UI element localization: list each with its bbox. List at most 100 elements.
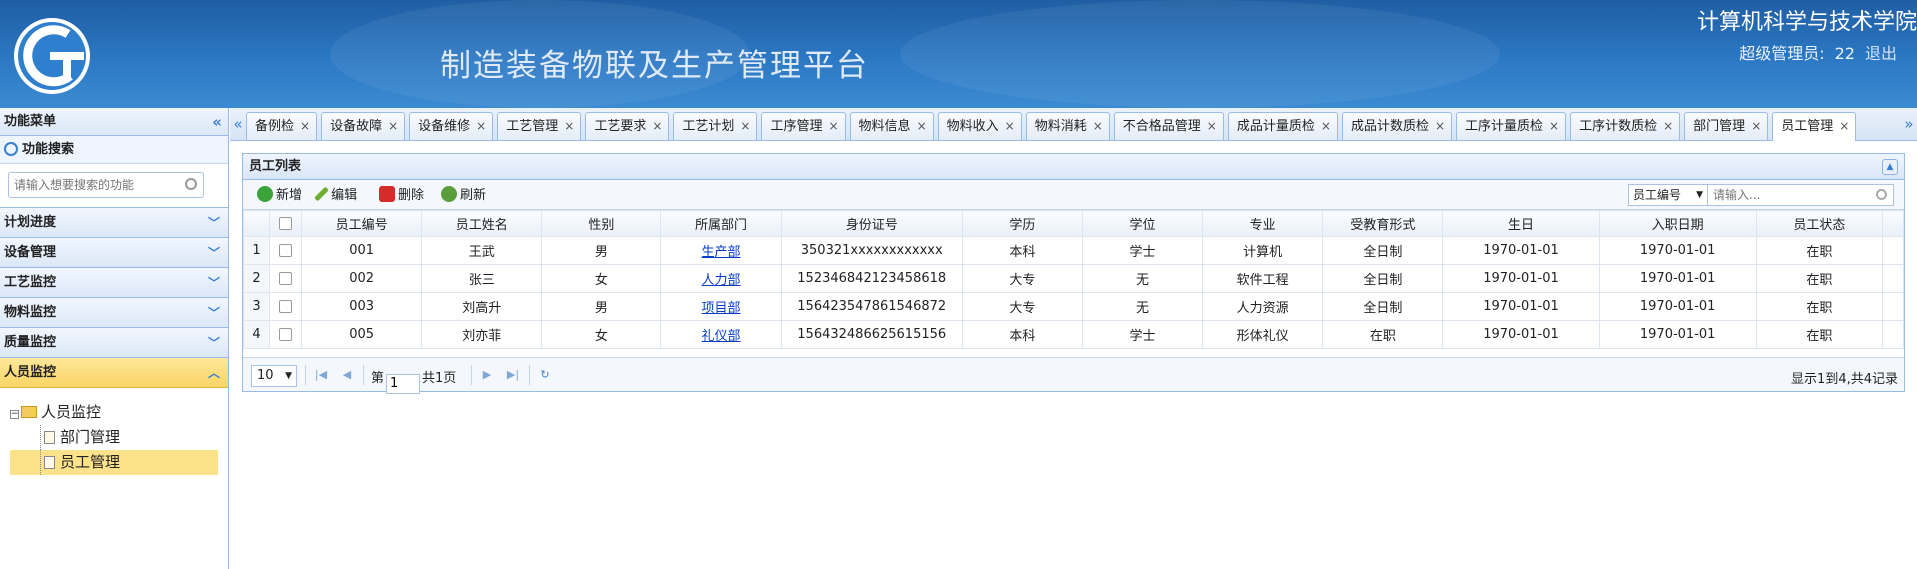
close-tab-icon[interactable]: × [1751,119,1761,133]
scroll-left-icon[interactable]: « [230,108,246,141]
logout-link[interactable]: 退出 [1865,44,1897,63]
tab-9[interactable]: 物料消耗 × [1025,112,1110,140]
add-button[interactable]: 新增 [257,186,302,206]
close-tab-icon[interactable]: × [476,119,486,133]
close-tab-icon[interactable]: × [652,119,662,133]
close-tab-icon[interactable]: × [300,119,310,133]
sidebar-section-quality[interactable]: 质量监控 ﹀ [0,328,228,358]
function-search-input[interactable] [9,173,179,197]
column-header[interactable]: 学位 [1081,210,1204,237]
search-icon[interactable] [185,178,197,190]
column-header[interactable]: 入职日期 [1598,210,1757,237]
table-row[interactable]: 2 002 张三女人力部 152346842123458618 大专无软件工程 全日制 19… [242,264,1905,293]
tree-root[interactable]: − 人员监控 [10,400,228,425]
close-tab-icon[interactable]: × [1839,119,1849,133]
tab-7[interactable]: 物料信息 × [849,112,934,140]
tree-item-employee[interactable]: 员工管理 [10,450,218,475]
sidebar-section-personnel[interactable]: 人员监控 ︿ [0,358,228,388]
scroll-right-icon[interactable]: » [1901,108,1917,141]
close-tab-icon[interactable]: × [1549,119,1559,133]
pager-divider [471,365,472,385]
column-header[interactable]: 学历 [961,210,1083,237]
list-search-input[interactable] [1708,185,1868,205]
tab-12[interactable]: 成品计数质检 × [1341,112,1453,140]
refresh-label: 刷新 [460,188,487,203]
pencil-icon [314,186,329,202]
tab-6[interactable]: 工序管理 × [761,112,846,140]
column-header[interactable]: 性别 [541,210,662,237]
tab-13[interactable]: 工序计量质检 × [1456,112,1567,140]
close-tab-icon[interactable]: × [1321,119,1331,133]
tab-10[interactable]: 不合格品管理 × [1113,112,1224,140]
edit-button[interactable]: 编辑 [314,186,357,206]
first-page-icon[interactable]: |◀ [313,367,329,383]
section-label: 计划进度 [4,215,57,230]
page-number-input[interactable] [386,373,421,394]
column-header[interactable]: 所属部门 [660,210,782,237]
close-tab-icon[interactable]: × [1005,119,1015,133]
tab-5[interactable]: 工艺计划 × [673,112,758,140]
row-checkbox[interactable] [279,244,293,257]
sidebar-section-material[interactable]: 物料监控 ﹀ [0,298,228,328]
column-header[interactable]: 员工编号 [301,210,423,237]
collapse-node-icon[interactable]: − [10,410,19,419]
collapse-sidebar-icon[interactable]: « [212,108,222,136]
close-tab-icon[interactable]: × [1435,119,1445,133]
select-all-header [269,210,303,237]
tab-4[interactable]: 工艺要求 × [585,112,670,140]
column-header[interactable]: 受教育形式 [1322,210,1444,237]
last-page-icon[interactable]: ▶| [505,367,521,383]
prev-page-icon[interactable]: ◀ [339,367,355,383]
sidebar-section-equipment[interactable]: 设备管理 ﹀ [0,238,228,268]
cell-degree: 学士 [1081,236,1204,265]
close-tab-icon[interactable]: × [740,119,750,133]
close-tab-icon[interactable]: × [917,119,927,133]
tab-11[interactable]: 成品计量质检 × [1227,112,1338,140]
tab-0[interactable]: 备例检 × [246,112,318,140]
column-header[interactable]: 身份证号 [780,210,963,237]
close-tab-icon[interactable]: × [828,119,838,133]
column-header[interactable]: 员工姓名 [421,210,543,237]
cell-degree: 无 [1081,292,1204,321]
tab-1[interactable]: 设备故障 × [321,112,406,140]
tab-3[interactable]: 工艺管理 × [497,112,582,140]
column-header[interactable]: 生日 [1442,210,1600,237]
tab-14[interactable]: 工序计数质检 × [1570,112,1681,140]
tab-15[interactable]: 部门管理 × [1684,112,1769,140]
table-row[interactable]: 4 005 刘亦菲女礼仪部 156432486625615156 本科 学士 形体礼仪 在职 1… [242,320,1905,349]
close-tab-icon[interactable]: × [564,119,574,133]
department-link[interactable]: 人力部 [702,273,741,288]
column-header[interactable]: 员工状态 [1755,210,1883,237]
table-row[interactable]: 3 003 刘高升男项目部 156423547861546872 大专无人力资源 全日制 1… [242,292,1905,321]
table-row[interactable]: 1 001 王武男生产部 350321xxxxxxxxxxxx 本科 学士 计算机 全日制 19… [242,236,1905,265]
close-tab-icon[interactable]: × [388,119,398,133]
close-tab-icon[interactable]: × [1207,119,1217,133]
tab-2[interactable]: 设备维修 × [409,112,494,140]
next-page-icon[interactable]: ▶ [479,367,495,383]
close-tab-icon[interactable]: × [1093,119,1103,133]
tab-8[interactable]: 物料收入 × [937,112,1022,140]
search-field-select[interactable]: 员工编号 ▼ [1628,184,1708,206]
collapse-panel-icon[interactable]: ▲ [1882,159,1898,175]
row-checkbox[interactable] [279,300,293,313]
department-link[interactable]: 生产部 [702,245,741,260]
page-size-select[interactable]: 10 ▼ [251,365,297,387]
tree-item-department[interactable]: 部门管理 [10,425,228,450]
row-checkbox[interactable] [279,272,293,285]
sidebar-section-plan[interactable]: 计划进度 ﹀ [0,208,228,238]
cell-gender: 女 [541,320,662,349]
delete-button[interactable]: 删除 [379,186,424,206]
tab-16[interactable]: 员工管理 × [1772,112,1857,141]
search-icon[interactable] [1876,189,1887,200]
select-all-checkbox[interactable] [279,217,293,230]
refresh-button[interactable]: 刷新 [441,186,486,206]
close-tab-icon[interactable]: × [1663,119,1673,133]
row-checkbox[interactable] [279,328,293,341]
user-role: 超级管理员: [1739,44,1825,63]
department-link[interactable]: 礼仪部 [702,329,741,344]
department-link[interactable]: 项目部 [702,301,741,316]
reload-icon[interactable]: ↻ [537,367,553,383]
sidebar-section-process[interactable]: 工艺监控 ﹀ [0,268,228,298]
column-header[interactable]: 专业 [1202,210,1324,237]
tab-label: 成品计数质检 [1350,119,1429,134]
